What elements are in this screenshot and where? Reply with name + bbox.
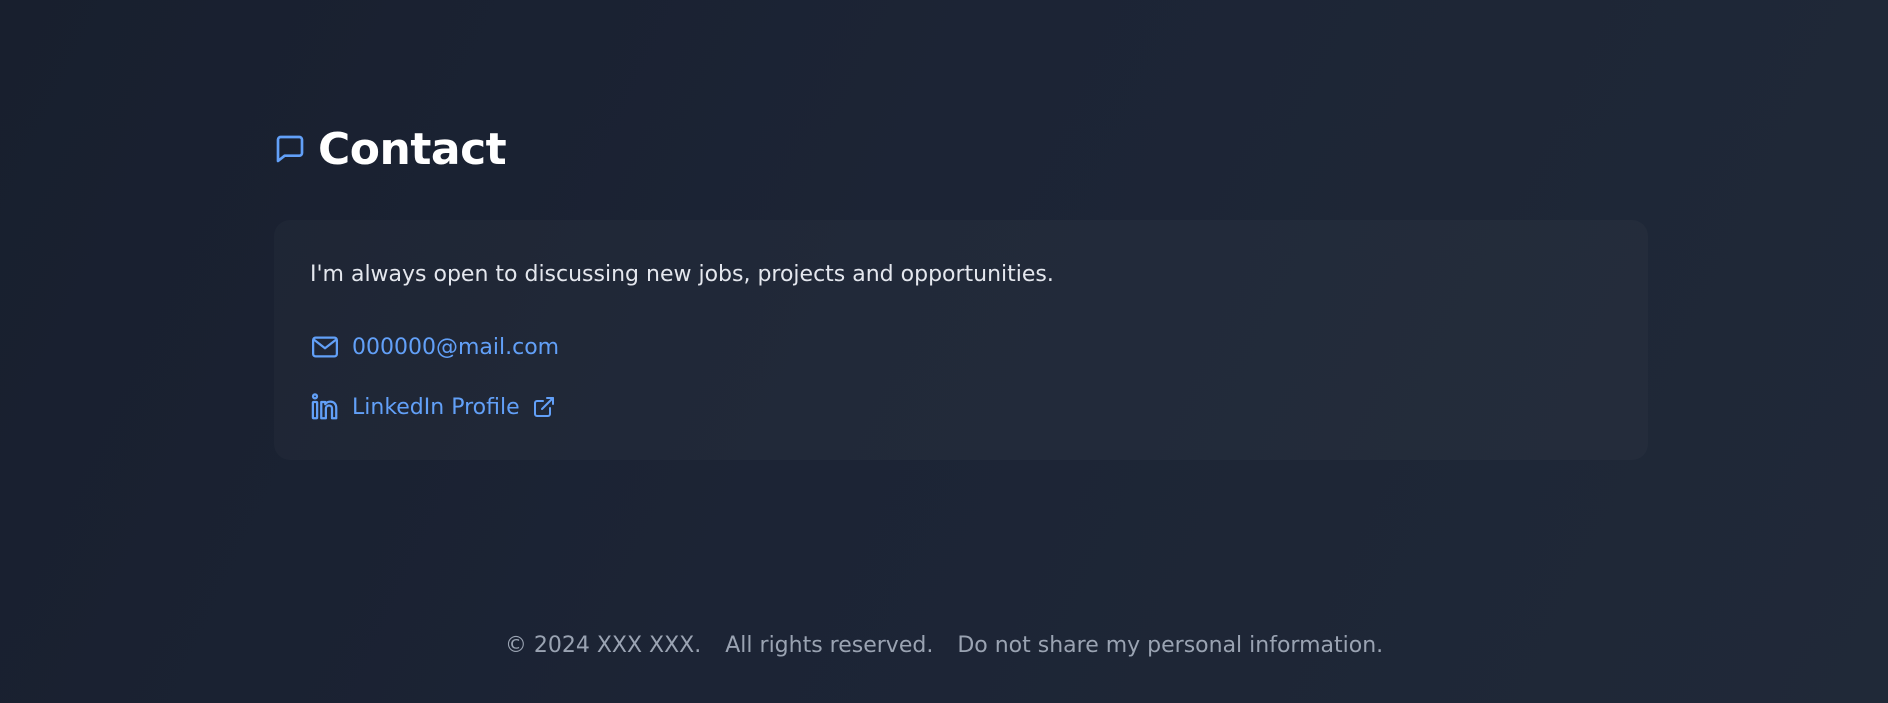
email-link[interactable]: 000000@mail.com	[352, 335, 559, 360]
linkedin-link[interactable]: LinkedIn Profile	[352, 395, 520, 420]
contact-section: Contact	[274, 118, 507, 180]
linkedin-icon	[310, 392, 340, 422]
contact-card: I'm always open to discussing new jobs, …	[274, 220, 1648, 460]
footer-rights: All rights reserved.	[725, 633, 934, 658]
chat-bubble-icon	[274, 133, 306, 165]
footer: © 2024 XXX XXX. All rights reserved. Do …	[0, 633, 1888, 658]
external-link-icon[interactable]	[532, 395, 556, 419]
contact-intro-text: I'm always open to discussing new jobs, …	[310, 262, 1054, 287]
page-title: Contact	[318, 123, 507, 175]
footer-copyright: © 2024 XXX XXX.	[504, 633, 702, 658]
email-row: 000000@mail.com	[310, 332, 559, 362]
privacy-link[interactable]: Do not share my personal information.	[957, 633, 1383, 658]
mail-icon	[310, 332, 340, 362]
contact-heading: Contact	[274, 118, 507, 180]
linkedin-row: LinkedIn Profile	[310, 392, 556, 422]
